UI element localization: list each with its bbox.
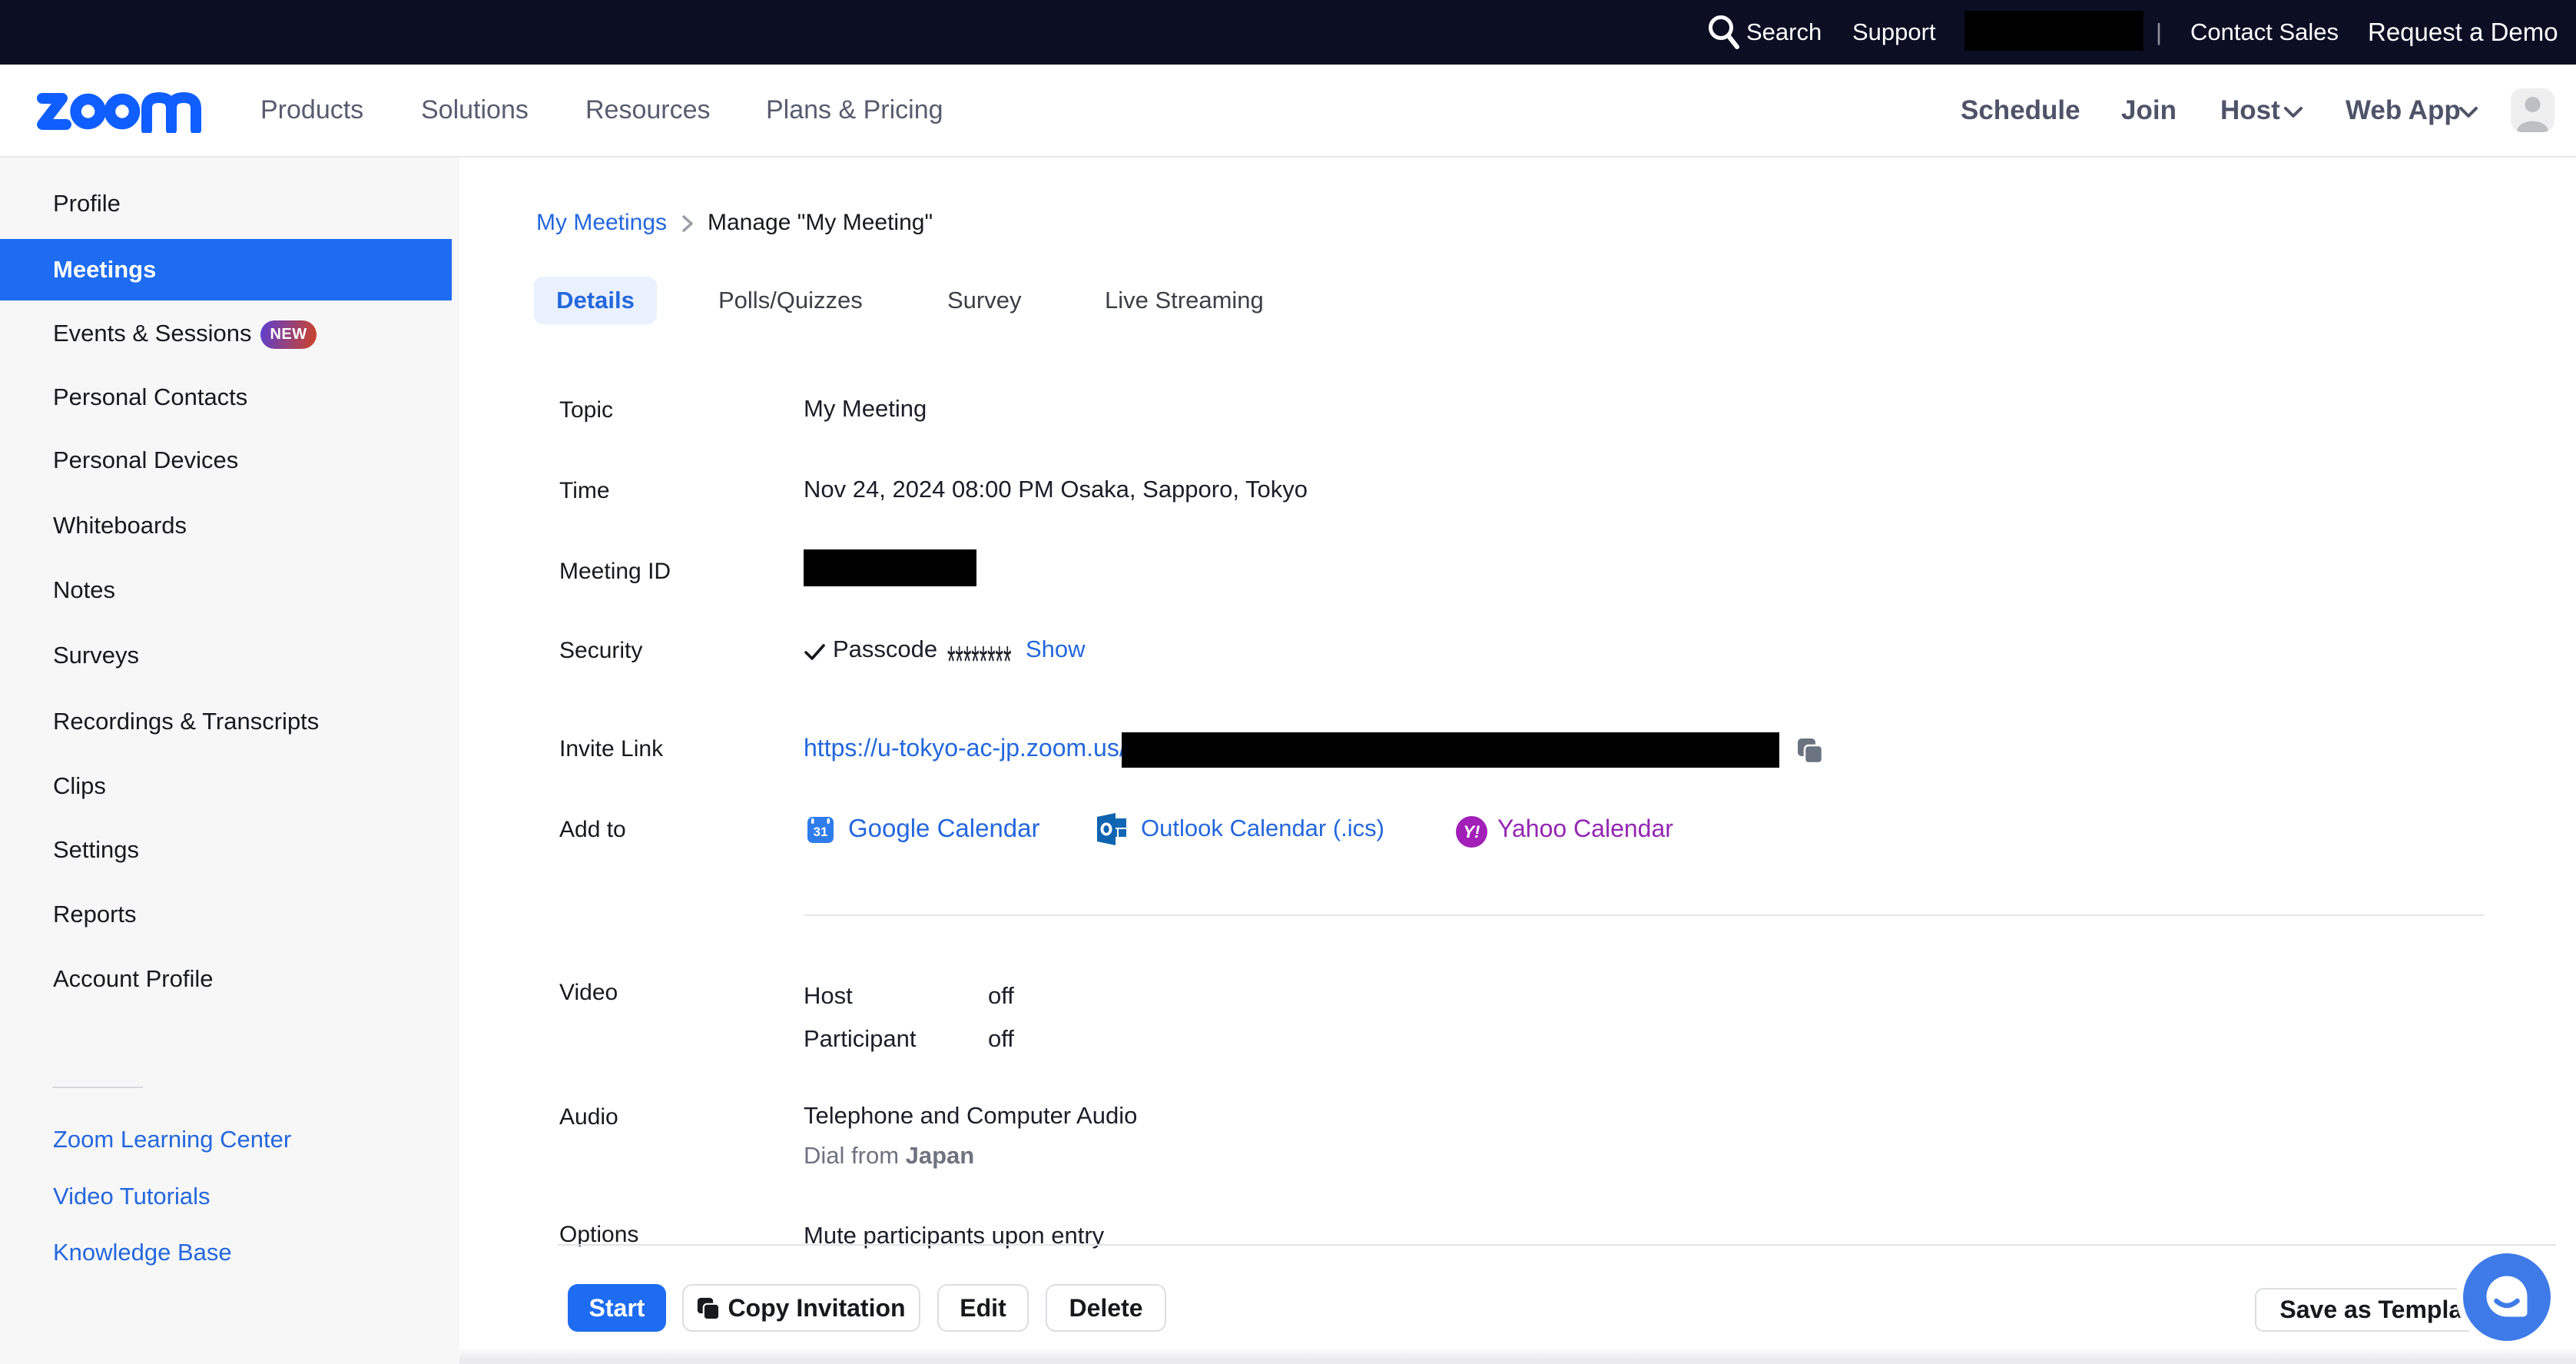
- svg-text:31: 31: [814, 825, 828, 839]
